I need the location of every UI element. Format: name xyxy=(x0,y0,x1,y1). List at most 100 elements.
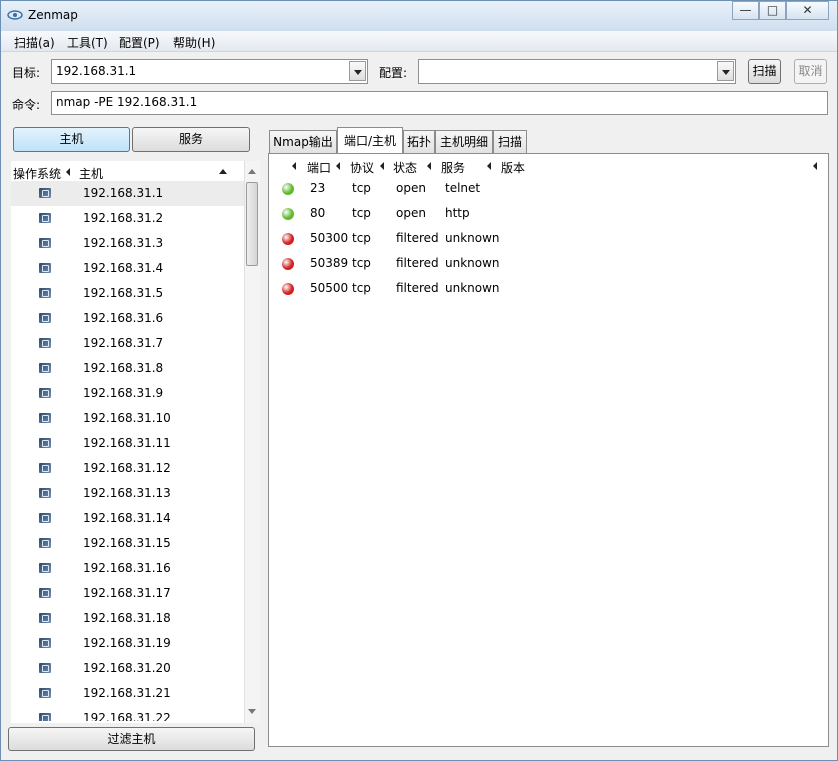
ports-table: 端口 协议 状态 服务 版本 23 tcp open telnet 80 tcp open h… xyxy=(268,153,829,747)
scan-button[interactable]: 扫描 xyxy=(748,59,781,84)
port-cell-protocol: tcp xyxy=(352,181,371,195)
port-cell-port: 50500 xyxy=(310,281,349,295)
host-row[interactable]: 192.168.31.9 xyxy=(11,381,244,406)
host-row[interactable]: 192.168.31.18 xyxy=(11,606,244,631)
host-row[interactable]: 192.168.31.21 xyxy=(11,681,244,706)
col-state[interactable]: 状态 xyxy=(393,159,417,176)
filter-hosts-button[interactable]: 过滤主机 xyxy=(8,727,255,751)
minimize-button[interactable]: — xyxy=(732,1,759,20)
port-state-icon xyxy=(282,183,294,195)
os-windows-icon xyxy=(39,263,51,273)
maximize-button[interactable]: □ xyxy=(759,1,786,20)
port-cell-service: unknown xyxy=(445,256,500,270)
command-input[interactable]: nmap -PE 192.168.31.1 xyxy=(51,91,828,115)
host-ip: 192.168.31.9 xyxy=(83,386,164,400)
target-value[interactable]: 192.168.31.1 xyxy=(56,64,136,78)
tab-scans[interactable]: 扫描 xyxy=(493,130,527,154)
host-list[interactable]: 192.168.31.1 192.168.31.2 192.168.31.3 192.… xyxy=(11,181,244,721)
cancel-button[interactable]: 取消 xyxy=(794,59,827,84)
close-button[interactable]: ✕ xyxy=(786,1,829,20)
tab-nmap-output[interactable]: Nmap输出 xyxy=(269,130,337,154)
col-service[interactable]: 服务 xyxy=(441,159,465,176)
host-ip: 192.168.31.5 xyxy=(83,286,164,300)
port-row[interactable]: 50389 tcp filtered unknown xyxy=(270,252,810,277)
os-windows-icon xyxy=(39,413,51,423)
os-windows-icon xyxy=(39,513,51,523)
tab-topology[interactable]: 拓扑 xyxy=(403,130,435,154)
host-ip: 192.168.31.18 xyxy=(83,611,171,625)
host-row[interactable]: 192.168.31.12 xyxy=(11,456,244,481)
port-cell-protocol: tcp xyxy=(352,281,371,295)
os-windows-icon xyxy=(39,638,51,648)
host-ip: 192.168.31.6 xyxy=(83,311,164,325)
col-protocol[interactable]: 协议 xyxy=(350,159,374,176)
column-arrow-icon xyxy=(487,162,491,170)
host-row[interactable]: 192.168.31.8 xyxy=(11,356,244,381)
host-row[interactable]: 192.168.31.20 xyxy=(11,656,244,681)
col-host[interactable]: 主机 xyxy=(79,165,103,182)
col-port[interactable]: 端口 xyxy=(307,159,331,176)
menu-help[interactable]: 帮助(H) xyxy=(173,34,215,51)
host-row[interactable]: 192.168.31.19 xyxy=(11,631,244,656)
host-row[interactable]: 192.168.31.14 xyxy=(11,506,244,531)
host-row[interactable]: 192.168.31.4 xyxy=(11,256,244,281)
col-os[interactable]: 操作系统 xyxy=(13,165,61,182)
host-row[interactable]: 192.168.31.3 xyxy=(11,231,244,256)
host-row[interactable]: 192.168.31.13 xyxy=(11,481,244,506)
host-ip: 192.168.31.21 xyxy=(83,686,171,700)
host-row[interactable]: 192.168.31.17 xyxy=(11,581,244,606)
window-title: Zenmap xyxy=(28,8,78,22)
host-row[interactable]: 192.168.31.22 xyxy=(11,706,244,721)
menu-scan[interactable]: 扫描(a) xyxy=(14,34,55,51)
port-cell-protocol: tcp xyxy=(352,256,371,270)
host-row[interactable]: 192.168.31.5 xyxy=(11,281,244,306)
host-row[interactable]: 192.168.31.2 xyxy=(11,206,244,231)
host-ip: 192.168.31.2 xyxy=(83,211,164,225)
port-row[interactable]: 23 tcp open telnet xyxy=(270,177,810,202)
port-state-icon xyxy=(282,208,294,220)
menu-tools[interactable]: 工具(T) xyxy=(67,34,108,51)
host-ip: 192.168.31.11 xyxy=(83,436,171,450)
services-toggle-button[interactable]: 服务 xyxy=(132,127,250,152)
os-windows-icon xyxy=(39,238,51,248)
host-ip: 192.168.31.7 xyxy=(83,336,164,350)
host-ip: 192.168.31.10 xyxy=(83,411,171,425)
port-cell-port: 80 xyxy=(310,206,326,220)
menu-profile[interactable]: 配置(P) xyxy=(119,34,160,51)
host-row[interactable]: 192.168.31.7 xyxy=(11,331,244,356)
scroll-down-icon[interactable] xyxy=(248,709,256,714)
os-windows-icon xyxy=(39,588,51,598)
hosts-toggle-button[interactable]: 主机 xyxy=(13,127,130,152)
os-windows-icon xyxy=(39,713,51,721)
profile-combobox[interactable] xyxy=(418,59,736,84)
tab-ports-hosts[interactable]: 端口/主机 xyxy=(337,127,403,154)
port-row[interactable]: 50300 tcp filtered unknown xyxy=(270,227,810,252)
sort-ascending-icon[interactable] xyxy=(219,169,227,174)
port-row[interactable]: 80 tcp open http xyxy=(270,202,810,227)
port-row[interactable]: 50500 tcp filtered unknown xyxy=(270,277,810,302)
port-cell-protocol: tcp xyxy=(352,206,371,220)
scrollbar-thumb[interactable] xyxy=(246,182,258,266)
target-label: 目标: xyxy=(12,66,41,80)
os-windows-icon xyxy=(39,213,51,223)
host-row[interactable]: 192.168.31.1 xyxy=(11,181,244,206)
host-row[interactable]: 192.168.31.10 xyxy=(11,406,244,431)
port-cell-port: 50389 xyxy=(310,256,349,270)
os-windows-icon xyxy=(39,488,51,498)
os-windows-icon xyxy=(39,463,51,473)
command-value[interactable]: nmap -PE 192.168.31.1 xyxy=(56,95,197,109)
host-list-scrollbar[interactable] xyxy=(244,161,260,723)
target-dropdown-arrow[interactable] xyxy=(349,61,366,81)
os-windows-icon xyxy=(39,688,51,698)
target-combobox[interactable]: 192.168.31.1 xyxy=(51,59,368,84)
profile-dropdown-arrow[interactable] xyxy=(717,61,734,81)
host-row[interactable]: 192.168.31.16 xyxy=(11,556,244,581)
host-row[interactable]: 192.168.31.11 xyxy=(11,431,244,456)
col-version[interactable]: 版本 xyxy=(501,159,525,176)
port-state-icon xyxy=(282,258,294,270)
host-row[interactable]: 192.168.31.6 xyxy=(11,306,244,331)
scroll-up-icon[interactable] xyxy=(248,169,256,174)
tab-host-details[interactable]: 主机明细 xyxy=(435,130,493,154)
host-row[interactable]: 192.168.31.15 xyxy=(11,531,244,556)
command-label: 命令: xyxy=(12,98,41,112)
